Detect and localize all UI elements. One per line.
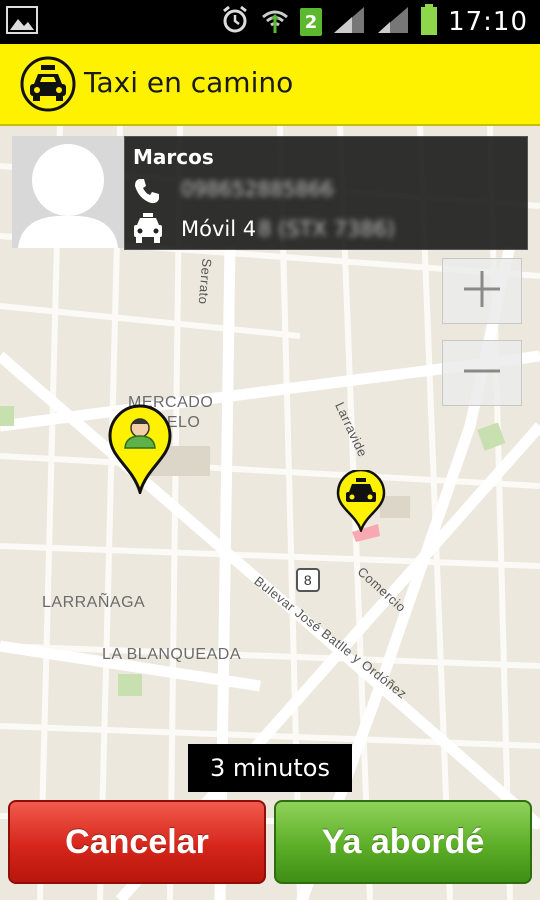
- cancel-button[interactable]: Cancelar: [8, 800, 266, 884]
- taxi-logo-icon: [20, 56, 76, 112]
- plus-icon: [462, 269, 502, 313]
- notification-badge: 2: [300, 8, 323, 36]
- eta-label: 3 minutos: [188, 744, 352, 792]
- map-label-blanqueada: LA BLANQUEADA: [102, 646, 241, 663]
- route-shield: 8: [296, 568, 320, 592]
- signal-icon-2: [376, 5, 410, 39]
- boarded-button[interactable]: Ya abordé: [274, 800, 532, 884]
- taxi-icon: [131, 213, 165, 245]
- status-bar: 2 17:10: [0, 0, 540, 44]
- driver-phone[interactable]: 098652885866: [181, 177, 334, 201]
- app-header: Taxi en camino: [0, 44, 540, 126]
- map-label-larranaga: LARRAÑAGA: [42, 594, 146, 611]
- signal-icon: [332, 5, 366, 39]
- passenger-location-marker[interactable]: [108, 404, 172, 498]
- phone-icon[interactable]: [133, 177, 161, 205]
- image-notification-icon: [6, 6, 38, 38]
- driver-info-panel: Marcos 098652885866 Móvil 4 8 (STX 7386): [124, 136, 528, 250]
- driver-name: Marcos: [133, 145, 214, 169]
- vehicle-label: Móvil 4: [181, 217, 257, 241]
- alarm-icon: [220, 5, 250, 39]
- minus-icon: [462, 351, 502, 395]
- clock: 17:10: [448, 7, 528, 37]
- taxi-location-marker[interactable]: [336, 468, 386, 536]
- wifi-icon: [260, 5, 290, 39]
- page-title: Taxi en camino: [84, 66, 294, 99]
- zoom-out-button[interactable]: [442, 340, 522, 406]
- vehicle-detail: 8 (STX 7386): [258, 217, 396, 241]
- battery-icon: [420, 4, 438, 40]
- zoom-in-button[interactable]: [442, 258, 522, 324]
- driver-avatar: [12, 136, 124, 248]
